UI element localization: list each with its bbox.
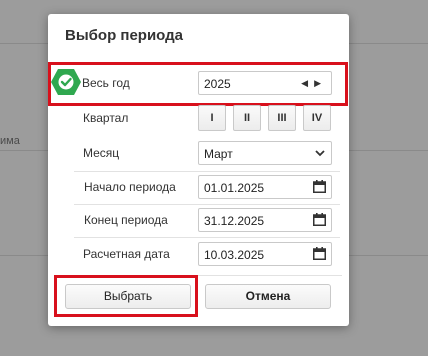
calc-date-input[interactable]: 10.03.2025 — [198, 242, 332, 266]
month-row: Месяц Март — [48, 141, 349, 165]
period-start-label: Начало периода — [84, 180, 176, 194]
separator — [74, 237, 340, 238]
calc-date-row: Расчетная дата 10.03.2025 — [48, 242, 349, 266]
calendar-icon[interactable] — [313, 180, 326, 193]
quarter-button-1[interactable]: I — [198, 105, 226, 131]
whole-year-highlight — [48, 62, 348, 106]
chevron-down-icon[interactable] — [315, 150, 325, 157]
calc-date-value: 10.03.2025 — [204, 248, 265, 262]
calc-date-label: Расчетная дата — [83, 247, 170, 261]
quarter-button-2[interactable]: II — [233, 105, 261, 131]
calendar-icon[interactable] — [313, 213, 326, 226]
background-column-label: има — [0, 135, 20, 147]
period-start-row: Начало периода 01.01.2025 — [48, 175, 349, 199]
quarter-label: Квартал — [83, 111, 129, 125]
calendar-icon[interactable] — [313, 247, 326, 260]
separator — [74, 204, 340, 205]
dialog-title: Выбор периода — [65, 27, 184, 44]
quarter-button-4[interactable]: IV — [303, 105, 331, 131]
period-end-value: 31.12.2025 — [204, 214, 265, 228]
month-select[interactable]: Март — [198, 141, 332, 165]
period-end-row: Конец периода 31.12.2025 — [48, 208, 349, 232]
period-end-input[interactable]: 31.12.2025 — [198, 208, 332, 232]
separator — [74, 171, 340, 172]
period-start-input[interactable]: 01.01.2025 — [198, 175, 332, 199]
month-value: Март — [204, 147, 233, 161]
period-selection-dialog: Выбор периода Весь год 2025 ◀▶ Квартал I… — [48, 14, 349, 326]
period-start-value: 01.01.2025 — [204, 181, 265, 195]
quarter-button-3[interactable]: III — [268, 105, 296, 131]
select-button-highlight — [54, 275, 198, 317]
month-label: Месяц — [83, 146, 120, 160]
period-end-label: Конец периода — [84, 213, 168, 227]
cancel-button[interactable]: Отмена — [205, 284, 331, 309]
